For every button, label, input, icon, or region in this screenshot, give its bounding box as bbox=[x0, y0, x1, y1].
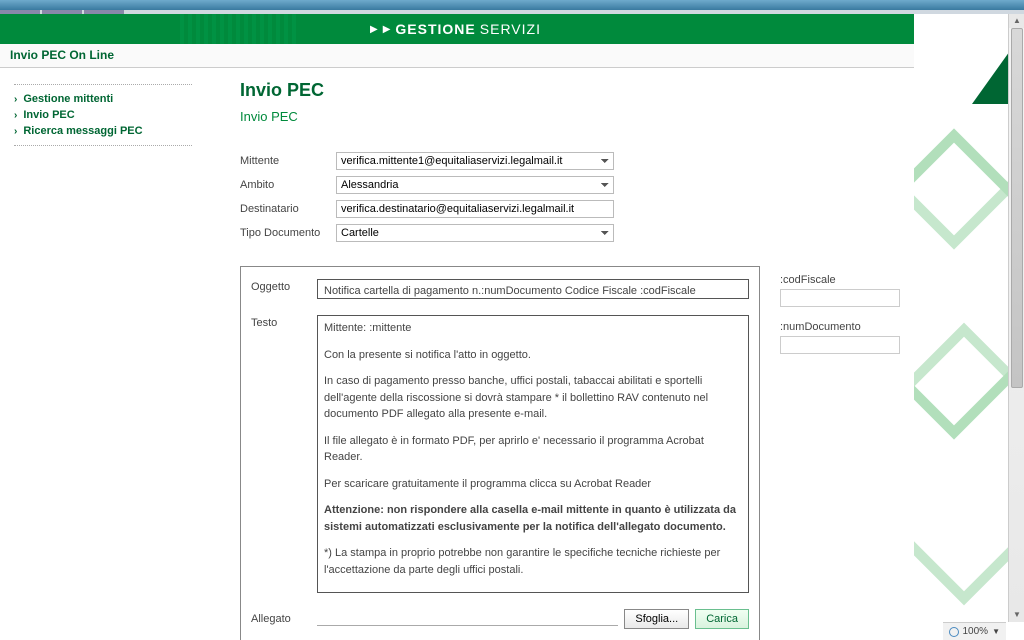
testo-label: Testo bbox=[251, 315, 307, 329]
play-icon: ▶ bbox=[370, 24, 379, 35]
destinatario-input[interactable] bbox=[336, 200, 614, 218]
globe-icon bbox=[949, 627, 959, 637]
sidebar-item-ricerca-messaggi[interactable]: › Ricerca messaggi PEC bbox=[14, 123, 192, 139]
tipodoc-select[interactable]: Cartelle bbox=[336, 224, 614, 242]
testo-line: Per scaricare gratuitamente il programma… bbox=[324, 476, 742, 493]
numdocumento-input[interactable] bbox=[780, 336, 900, 354]
vertical-scrollbar[interactable]: ▲ ▼ bbox=[1008, 14, 1024, 622]
oggetto-field[interactable]: Notifica cartella di pagamento n.:numDoc… bbox=[317, 279, 749, 299]
breadcrumb: Invio PEC On Line bbox=[0, 44, 1024, 68]
sidebar: › Gestione mittenti › Invio PEC › Ricerc… bbox=[0, 68, 200, 640]
chevron-right-icon: › bbox=[14, 94, 17, 105]
tipodoc-label: Tipo Documento bbox=[240, 227, 336, 239]
testo-field[interactable]: Mittente: :mittente Con la presente si n… bbox=[317, 315, 749, 593]
sidebar-item-gestione-mittenti[interactable]: › Gestione mittenti bbox=[14, 91, 192, 107]
play-icon: ▶ bbox=[383, 24, 392, 35]
scrollbar-thumb[interactable] bbox=[1011, 28, 1023, 388]
codfiscale-label: :codFiscale bbox=[780, 274, 920, 286]
sidebar-item-label: Invio PEC bbox=[23, 109, 74, 121]
allegato-path bbox=[317, 612, 618, 626]
sidebar-item-invio-pec[interactable]: › Invio PEC bbox=[14, 107, 192, 123]
allegato-label: Allegato bbox=[251, 613, 307, 625]
testo-line: Il file allegato è in formato PDF, per a… bbox=[324, 433, 742, 466]
chevron-right-icon: › bbox=[14, 126, 17, 137]
zoom-level[interactable]: 100% bbox=[963, 626, 989, 637]
destinatario-label: Destinatario bbox=[240, 203, 336, 215]
mittente-select[interactable]: verifica.mittente1@equitaliaservizi.lega… bbox=[336, 152, 614, 170]
app-header: ▶ ▶ GESTIONE SERVIZI bbox=[0, 14, 1024, 44]
message-panel: Oggetto Notifica cartella di pagamento n… bbox=[240, 266, 760, 640]
mittente-label: Mittente bbox=[240, 155, 336, 167]
testo-line: Mittente: :mittente bbox=[324, 320, 742, 337]
sfoglia-button[interactable]: Sfoglia... bbox=[624, 609, 689, 629]
carica-button[interactable]: Carica bbox=[695, 609, 749, 629]
sidebar-item-label: Ricerca messaggi PEC bbox=[23, 125, 142, 137]
codfiscale-input[interactable] bbox=[780, 289, 900, 307]
page-subtitle: Invio PEC bbox=[240, 109, 1024, 124]
scroll-up-icon[interactable]: ▲ bbox=[1009, 14, 1024, 28]
testo-line: In caso di pagamento presso banche, uffi… bbox=[324, 373, 742, 423]
chevron-down-icon[interactable]: ▼ bbox=[992, 627, 1000, 636]
page-title: Invio PEC bbox=[240, 80, 1024, 101]
breadcrumb-title: Invio PEC On Line bbox=[10, 48, 114, 62]
sidebar-item-label: Gestione mittenti bbox=[23, 93, 113, 105]
testo-line: Con la presente si notifica l'atto in og… bbox=[324, 347, 742, 364]
testo-line-bold: Attenzione: non rispondere alla casella … bbox=[324, 502, 742, 535]
template-vars: :codFiscale :numDocumento bbox=[780, 274, 920, 368]
numdocumento-label: :numDocumento bbox=[780, 321, 920, 333]
ambito-label: Ambito bbox=[240, 179, 336, 191]
ambito-select[interactable]: Alessandria bbox=[336, 176, 614, 194]
chevron-right-icon: › bbox=[14, 110, 17, 121]
content-area: Invio PEC Invio PEC Mittente verifica.mi… bbox=[200, 68, 1024, 640]
brand-text: GESTIONE bbox=[395, 21, 475, 37]
scroll-down-icon[interactable]: ▼ bbox=[1009, 608, 1024, 622]
status-bar: 100% ▼ bbox=[943, 622, 1007, 640]
testo-line: *) La stampa in proprio potrebbe non gar… bbox=[324, 545, 742, 578]
brand-text: SERVIZI bbox=[480, 21, 541, 37]
oggetto-label: Oggetto bbox=[251, 279, 307, 293]
window-titlebar bbox=[0, 0, 1024, 10]
